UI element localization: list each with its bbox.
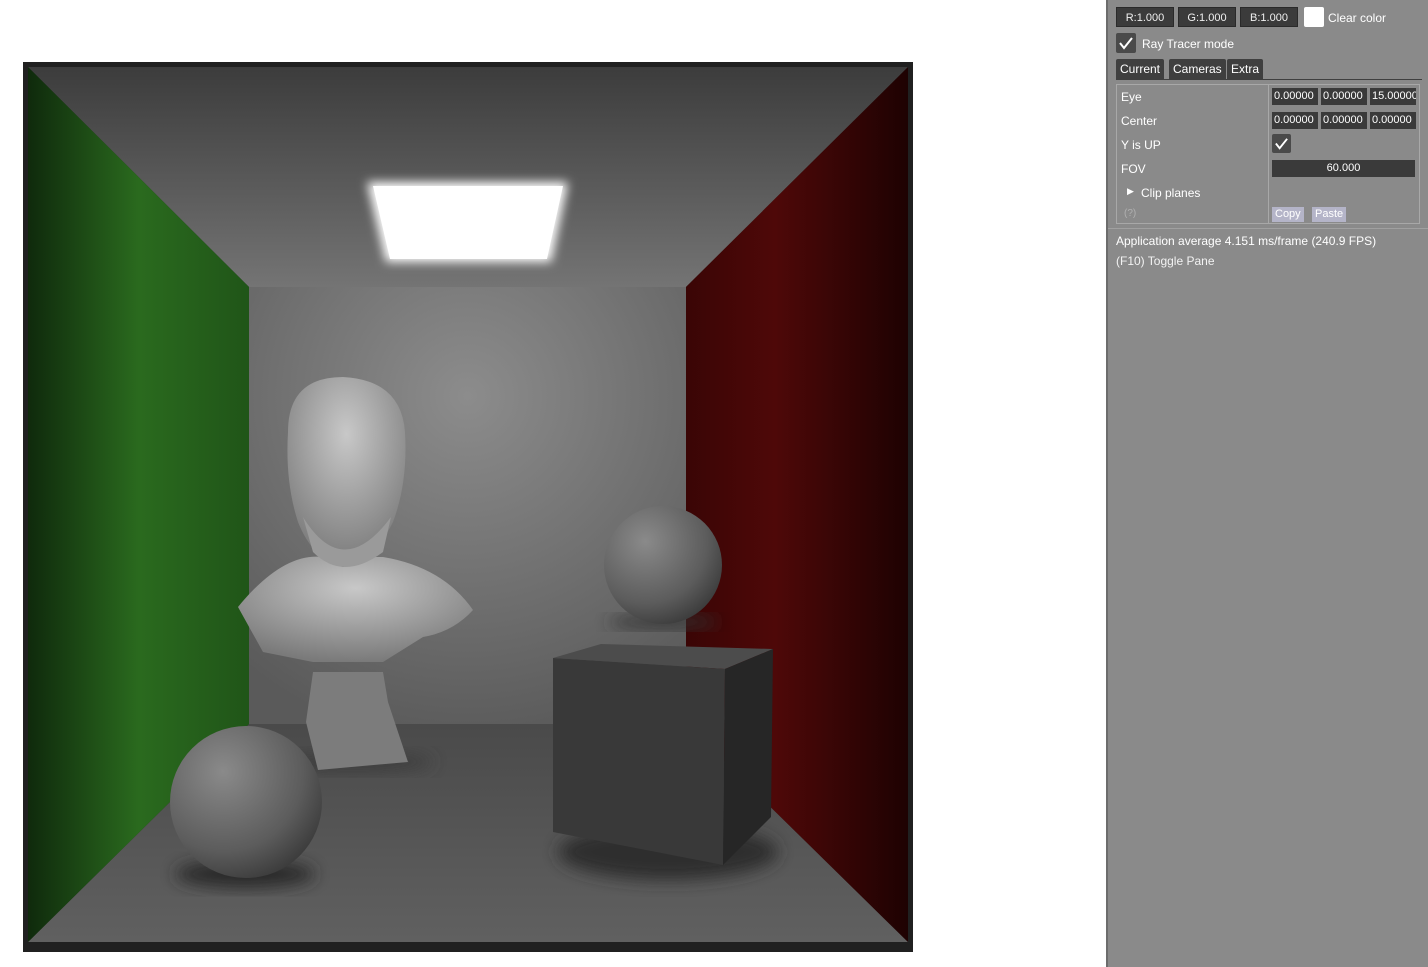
tab-cameras[interactable]: Cameras <box>1169 59 1226 79</box>
toggle-pane-hint: (F10) Toggle Pane <box>1116 254 1215 268</box>
clear-color-b-field[interactable]: B:1.000 <box>1240 7 1298 27</box>
center-x-input[interactable]: 0.00000 <box>1272 112 1318 129</box>
fov-slider[interactable]: 60.000 <box>1272 160 1415 177</box>
tab-extra[interactable]: Extra <box>1227 59 1264 79</box>
eye-y-input[interactable]: 0.00000 <box>1321 88 1367 105</box>
clear-color-label: Clear color <box>1328 11 1387 25</box>
ray-tracer-checkbox[interactable] <box>1116 33 1136 53</box>
checkmark-icon <box>1119 37 1133 50</box>
fov-label: FOV <box>1121 162 1146 176</box>
table-column-divider <box>1268 84 1269 224</box>
eye-x-input[interactable]: 0.00000 <box>1272 88 1318 105</box>
sphere-front <box>170 726 322 878</box>
render-viewport[interactable] <box>0 0 1106 967</box>
clear-color-g-field[interactable]: G:1.000 <box>1178 7 1236 27</box>
y-is-up-checkbox[interactable] <box>1272 134 1291 153</box>
clear-color-swatch[interactable] <box>1304 7 1324 27</box>
eye-label: Eye <box>1121 90 1142 104</box>
center-z-input[interactable]: 0.00000 <box>1370 112 1416 129</box>
paste-button[interactable]: Paste <box>1312 207 1347 222</box>
tab-underline <box>1116 79 1422 80</box>
separator <box>1108 228 1428 229</box>
settings-pane: R:1.000 G:1.000 B:1.000 Clear color Ray … <box>1106 0 1428 967</box>
clear-color-r-field[interactable]: R:1.000 <box>1116 7 1174 27</box>
cornell-box-render[interactable] <box>23 62 913 952</box>
tab-current[interactable]: Current <box>1116 59 1165 79</box>
expand-triangle-icon[interactable]: ▶ <box>1127 186 1134 197</box>
help-marker[interactable]: (?) <box>1124 208 1136 219</box>
center-y-input[interactable]: 0.00000 <box>1321 112 1367 129</box>
sphere-upper <box>604 506 722 624</box>
y-is-up-label: Y is UP <box>1121 138 1161 152</box>
checkmark-icon <box>1275 138 1288 150</box>
ray-tracer-label: Ray Tracer mode <box>1142 37 1235 51</box>
frame-time-text: Application average 4.151 ms/frame (240.… <box>1116 234 1377 248</box>
copy-button[interactable]: Copy <box>1272 207 1304 222</box>
center-label: Center <box>1121 114 1158 128</box>
clip-planes-toggle[interactable]: Clip planes <box>1141 186 1200 200</box>
eye-z-input[interactable]: 15.00000 <box>1370 88 1416 105</box>
